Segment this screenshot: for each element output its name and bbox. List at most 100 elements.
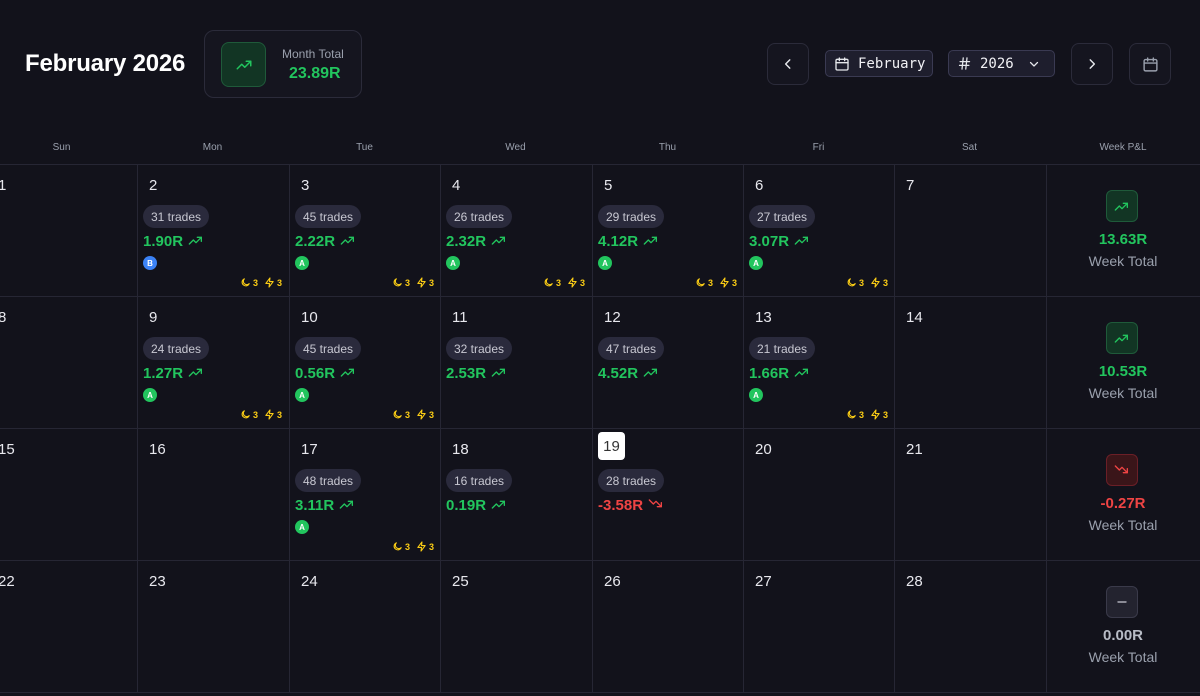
day-cell[interactable]: 23 (137, 560, 288, 692)
day-cell[interactable]: 2 31 trades 1.90R B 3 3 (137, 164, 288, 296)
day-number: 18 (452, 441, 469, 458)
day-cell[interactable]: 6 27 trades 3.07R A 3 3 (743, 164, 894, 296)
month-total-value: 23.89R (289, 65, 341, 82)
trade-count-pill: 21 trades (749, 337, 816, 360)
day-cell[interactable]: 10 45 trades 0.56R A 3 3 (289, 296, 440, 428)
trending-up-icon (643, 233, 659, 250)
day-number: 16 (149, 441, 166, 458)
day-cell[interactable]: 26 (592, 560, 743, 692)
month-total-label: Month Total (282, 47, 344, 61)
moon-flag: 3 (392, 541, 410, 552)
day-cell[interactable]: 14 (894, 296, 1045, 428)
trade-count-pill: 28 trades (598, 469, 665, 492)
day-number: 5 (604, 177, 613, 194)
day-cell[interactable]: 19 28 trades -3.58R (592, 428, 743, 560)
day-pnl: 3.11R (295, 497, 355, 514)
trending-up-icon (491, 233, 507, 250)
today-button[interactable] (1129, 43, 1171, 85)
day-cell[interactable]: 4 26 trades 2.32R A 3 3 (440, 164, 591, 296)
trade-count-pill: 16 trades (446, 469, 513, 492)
trade-count-pill: 27 trades (749, 205, 816, 228)
bolt-flag-count: 3 (276, 409, 282, 420)
day-cell[interactable]: 8 (0, 296, 137, 428)
day-number: 9 (149, 309, 158, 326)
day-cell[interactable]: 22 (0, 560, 137, 692)
session-flags: 33 (240, 277, 282, 288)
trending-up-icon (340, 365, 356, 382)
weekday-label: Sun (52, 142, 71, 153)
session-flags: 33 (392, 409, 434, 420)
day-cell[interactable]: 18 16 trades 0.19R (440, 428, 591, 560)
day-pnl-value: 0.56R (295, 365, 336, 382)
day-cell[interactable]: 15 (0, 428, 137, 560)
day-pnl-value: 4.12R (598, 233, 639, 250)
year-select[interactable]: 2026 (948, 50, 1055, 77)
bolt-flag-count: 3 (579, 277, 585, 288)
bolt-flag: 3 (264, 277, 282, 288)
day-pnl: 0.19R (446, 497, 507, 514)
day-cell[interactable]: 11 32 trades 2.53R (440, 296, 591, 428)
day-pnl: 2.22R (295, 233, 356, 250)
day-number: 25 (452, 573, 469, 590)
day-number: 27 (755, 573, 772, 590)
day-cell[interactable]: 25 (440, 560, 591, 692)
day-cell[interactable]: 28 (894, 560, 1045, 692)
day-cell[interactable]: 3 45 trades 2.22R A 3 3 (289, 164, 440, 296)
weekday-label: Fri (812, 142, 825, 153)
bolt-flag-count: 3 (882, 277, 888, 288)
week-total-value: 0.00R (1102, 627, 1144, 644)
day-number: 3 (301, 177, 310, 194)
day-number: 14 (906, 309, 923, 326)
trade-count-pill: 24 trades (143, 337, 210, 360)
day-pnl-value: 1.27R (143, 365, 184, 382)
moon-flag: 3 (846, 277, 864, 288)
grade-badge: A (749, 388, 763, 402)
trending-up-icon (340, 233, 356, 250)
day-cell[interactable]: 13 21 trades 1.66R A 3 3 (743, 296, 894, 428)
day-number: 26 (604, 573, 621, 590)
day-number: 28 (906, 573, 923, 590)
trending-up-icon (643, 365, 659, 382)
day-cell[interactable]: 27 (743, 560, 894, 692)
day-cell[interactable]: 20 (743, 428, 894, 560)
day-pnl-value: 2.53R (446, 365, 487, 382)
previous-month-button[interactable] (767, 43, 809, 85)
day-cell[interactable]: 16 (137, 428, 288, 560)
chevron-right-icon (1089, 59, 1096, 69)
trending-up-icon (188, 365, 204, 382)
month-total-card: Month Total 23.89R (204, 30, 362, 98)
day-pnl: 1.27R (143, 365, 204, 382)
day-pnl: -3.58R (598, 497, 664, 514)
week-total-label: Week Total (1088, 385, 1158, 401)
week-total-cell: 0.00R Week Total (1046, 560, 1200, 692)
trending-up-icon (1106, 322, 1138, 354)
trending-up-icon (491, 497, 507, 514)
grade-badge: A (295, 520, 309, 534)
day-number: 10 (301, 309, 318, 326)
day-number: 6 (755, 177, 764, 194)
moon-flag: 3 (240, 409, 258, 420)
day-cell[interactable]: 7 (894, 164, 1045, 296)
week-total-value: 13.63R (1098, 231, 1148, 248)
day-cell[interactable]: 17 48 trades 3.11R A 3 3 (289, 428, 440, 560)
day-cell[interactable]: 24 (289, 560, 440, 692)
day-pnl-value: 3.11R (295, 497, 335, 514)
day-cell[interactable]: 9 24 trades 1.27R A 3 3 (137, 296, 288, 428)
grade-badge: A (295, 256, 309, 270)
day-cell[interactable]: 5 29 trades 4.12R A 3 3 (592, 164, 743, 296)
bolt-flag: 3 (416, 277, 434, 288)
weekday-label: Tue (356, 142, 373, 153)
month-select[interactable]: February (825, 50, 933, 77)
today-date-badge: 19 (598, 432, 625, 460)
next-month-button[interactable] (1071, 43, 1113, 85)
day-cell[interactable]: 21 (894, 428, 1045, 560)
bolt-flag: 3 (264, 409, 282, 420)
day-pnl: 1.90R (143, 233, 204, 250)
moon-flag-count: 3 (858, 277, 864, 288)
day-cell[interactable]: 1 (0, 164, 137, 296)
day-pnl-value: 2.22R (295, 233, 336, 250)
day-number: 7 (906, 177, 915, 194)
week-total-cell: 13.63R Week Total (1046, 164, 1200, 296)
trending-down-icon (1106, 454, 1138, 486)
day-cell[interactable]: 12 47 trades 4.52R (592, 296, 743, 428)
